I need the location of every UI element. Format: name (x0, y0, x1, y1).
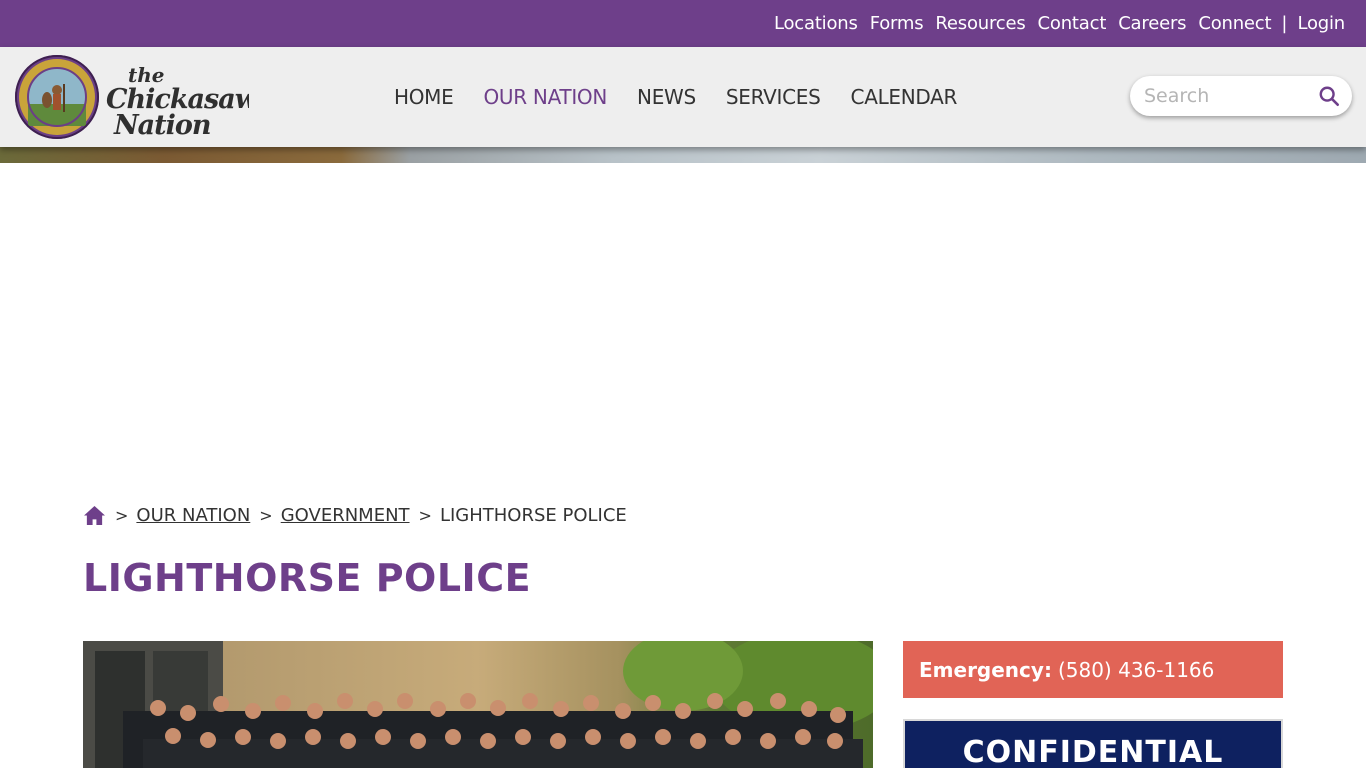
search-input[interactable] (1144, 82, 1314, 110)
login-link[interactable]: Login (1297, 13, 1345, 34)
emergency-phone-link[interactable]: (580) 436-1166 (1058, 658, 1214, 682)
utility-link-connect[interactable]: Connect (1198, 13, 1271, 34)
main-nav: HOME OUR NATION NEWS SERVICES CALENDAR (394, 47, 987, 147)
utility-separator: | (1281, 13, 1288, 34)
chickasaw-wordmark: the Chickasaw Nation (106, 63, 249, 140)
utility-link-locations[interactable]: Locations (774, 13, 858, 34)
logo-word-nation: Nation (113, 110, 211, 140)
emergency-contact-box: Emergency: (580) 436-1166 (903, 641, 1283, 698)
utility-link-contact[interactable]: Contact (1038, 13, 1107, 34)
breadcrumb-separator: > (418, 505, 432, 525)
utility-bar: Locations Forms Resources Contact Career… (0, 0, 1366, 47)
nav-services[interactable]: SERVICES (726, 85, 821, 109)
breadcrumb-current: LIGHTHORSE POLICE (439, 504, 627, 526)
search-box (1130, 76, 1352, 116)
breadcrumb-link-our-nation[interactable]: OUR NATION (136, 505, 250, 526)
breadcrumb: > OUR NATION > GOVERNMENT > LIGHTHORSE P… (83, 502, 627, 528)
nav-news[interactable]: NEWS (637, 85, 696, 109)
officers-group-photo (83, 641, 873, 768)
search-icon[interactable] (1318, 85, 1340, 107)
great-seal-icon (15, 55, 99, 139)
confidential-banner[interactable]: CONFIDENTIAL (903, 719, 1283, 768)
breadcrumb-separator: > (115, 505, 129, 525)
nav-our-nation[interactable]: OUR NATION (483, 85, 607, 109)
utility-link-careers[interactable]: Careers (1118, 13, 1186, 34)
nav-calendar[interactable]: CALENDAR (851, 85, 958, 109)
breadcrumb-separator: > (259, 505, 273, 525)
page-title: LIGHTHORSE POLICE (83, 556, 532, 600)
main-header: the Chickasaw Nation HOME OUR NATION NEW… (0, 47, 1366, 147)
home-icon[interactable] (83, 505, 106, 526)
breadcrumb-link-government[interactable]: GOVERNMENT (281, 505, 410, 526)
nav-home[interactable]: HOME (394, 85, 454, 109)
hero-image-strip (0, 147, 1366, 163)
utility-link-forms[interactable]: Forms (870, 13, 924, 34)
utility-link-resources[interactable]: Resources (935, 13, 1025, 34)
emergency-label: Emergency: (919, 657, 1052, 682)
chickasaw-nation-logo[interactable]: the Chickasaw Nation (14, 54, 249, 140)
